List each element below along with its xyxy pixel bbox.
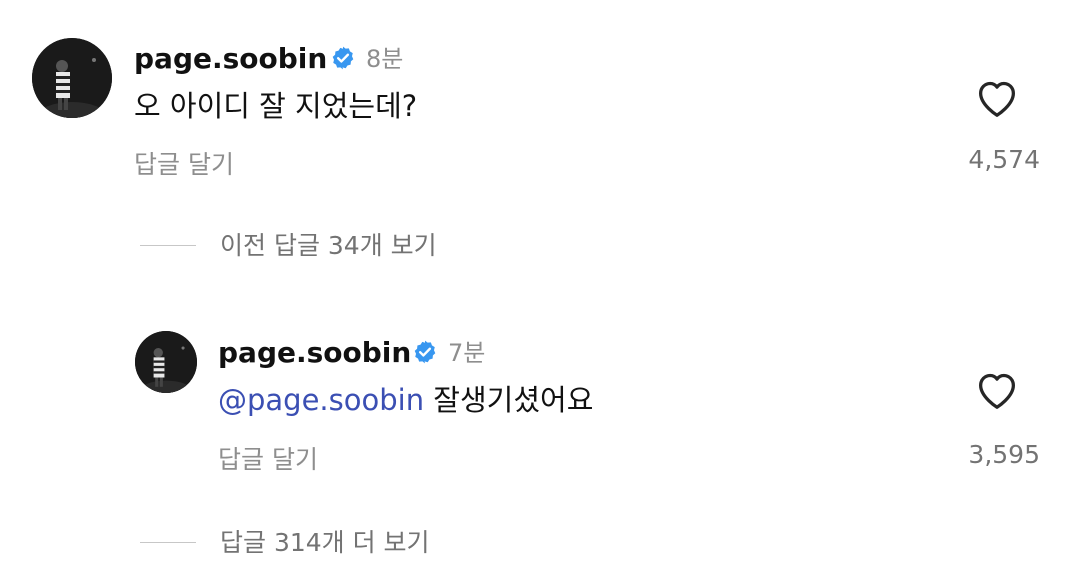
thread-divider — [140, 542, 196, 543]
avatar[interactable] — [32, 38, 112, 118]
comment-text: 오 아이디 잘 지었는데? — [134, 89, 418, 123]
comment-body: 잘생기셨어요 — [424, 383, 594, 417]
heart-outline-icon[interactable] — [975, 78, 1019, 118]
mention-link[interactable]: @page.soobin — [218, 383, 424, 417]
comment-text: @page.soobin 잘생기셨어요 — [218, 386, 593, 415]
timestamp: 7분 — [448, 339, 486, 367]
avatar[interactable] — [135, 331, 197, 393]
heart-outline-icon[interactable] — [975, 370, 1019, 410]
verified-badge-icon — [414, 340, 436, 364]
view-more-replies-label[interactable]: 답글 314개 더 보기 — [220, 530, 430, 555]
like-count: 3,595 — [968, 440, 1040, 469]
verified-badge-icon — [332, 46, 354, 70]
timestamp: 8분 — [366, 45, 404, 73]
view-previous-replies-label[interactable]: 이전 답글 34개 보기 — [220, 233, 437, 258]
thread-divider — [140, 245, 196, 246]
avatar-photo — [135, 331, 197, 393]
like-count: 4,574 — [968, 145, 1040, 174]
username[interactable]: page.soobin — [218, 339, 411, 367]
reply-button[interactable]: 답글 달기 — [218, 447, 318, 472]
avatar-photo — [32, 38, 112, 118]
reply-button[interactable]: 답글 달기 — [134, 152, 234, 177]
username[interactable]: page.soobin — [134, 45, 327, 73]
